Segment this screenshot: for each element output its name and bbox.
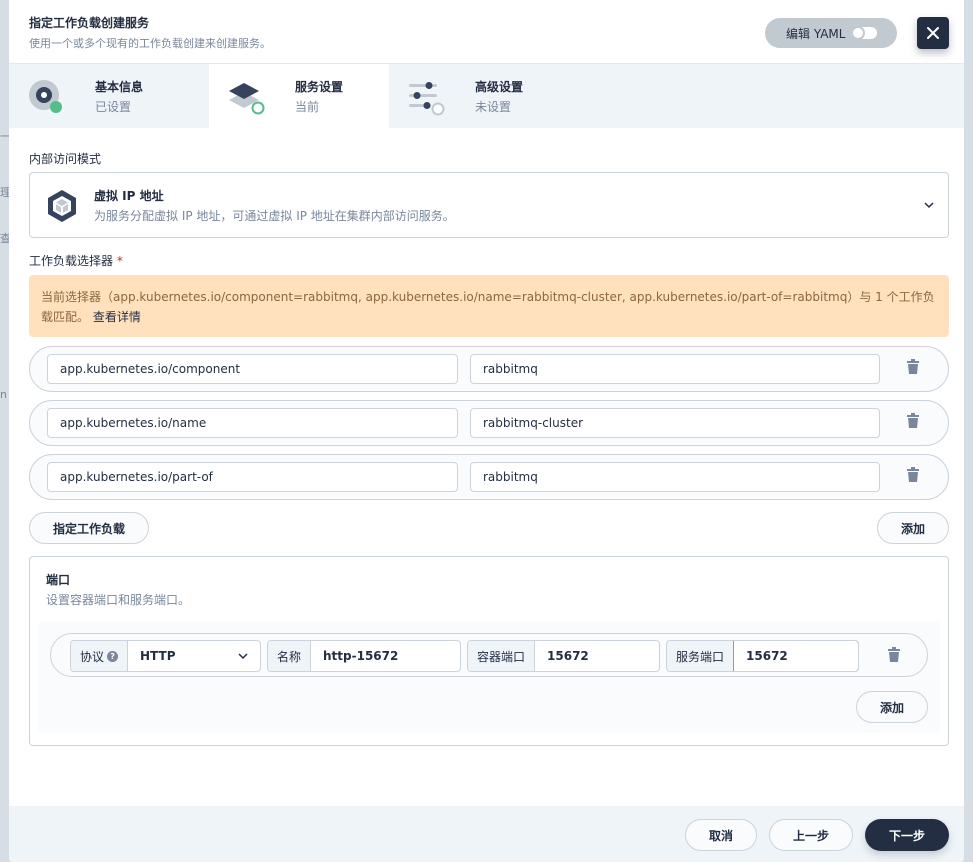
container-port-value[interactable]: 15672 [535, 641, 659, 671]
access-mode-description: 为服务分配虚拟 IP 地址，可通过虚拟 IP 地址在集群内部访问服务。 [94, 209, 455, 223]
protocol-addon: 协议 ? [71, 641, 129, 671]
label-value-input[interactable] [470, 354, 880, 384]
close-icon [927, 27, 939, 39]
name-addon: 名称 [268, 641, 312, 671]
sliders-icon [409, 82, 445, 116]
protocol-select[interactable]: 协议 ? HTTP [70, 640, 261, 672]
protocol-value: HTTP [128, 641, 260, 671]
tab-name: 基本信息 [95, 80, 144, 94]
label-row [29, 454, 949, 500]
cancel-button[interactable]: 取消 [685, 819, 757, 851]
close-button[interactable] [917, 17, 949, 49]
switch-knob [851, 26, 865, 40]
label-value-input[interactable] [470, 408, 880, 438]
protocol-label: 协议 [80, 649, 105, 664]
selector-warning: 当前选择器（app.kubernetes.io/component=rabbit… [29, 275, 949, 337]
required-mark: * [116, 254, 123, 268]
specify-workload-button[interactable]: 指定工作负载 [29, 512, 149, 544]
container-port-addon: 容器端口 [468, 641, 536, 671]
step-tabs: 基本信息 已设置 服务设置 当前 高级设置 未设置 [9, 64, 964, 128]
tab-name: 服务设置 [295, 80, 344, 94]
trash-icon[interactable] [906, 467, 920, 483]
next-step-button[interactable]: 下一步 [865, 819, 949, 851]
tab-status: 未设置 [475, 100, 512, 114]
create-service-modal: 指定工作负载创建服务 使用一个或多个现有的工作负载创建来创建服务。 编辑 YAM… [9, 0, 964, 862]
yaml-switch[interactable] [851, 26, 877, 40]
help-icon[interactable]: ? [107, 650, 119, 662]
background-fragment: n [0, 388, 7, 401]
workload-selector-label: 工作负载选择器 * [29, 252, 123, 269]
protocol-value-text: HTTP [140, 649, 176, 663]
service-port-addon: 服务端口 [667, 641, 735, 671]
label-row [29, 346, 949, 392]
add-label-button[interactable]: 添加 [877, 512, 949, 544]
previous-step-button[interactable]: 上一步 [769, 819, 853, 851]
tab-status: 当前 [295, 100, 320, 114]
port-row: 协议 ? HTTP 名称 http-15672 容器端口 15672 服务端口 … [50, 633, 928, 677]
ports-title: 端口 [46, 573, 71, 587]
modal-subtitle: 使用一个或多个现有的工作负载创建来创建服务。 [29, 37, 271, 50]
trash-icon[interactable] [887, 647, 901, 663]
port-name-value[interactable]: http-15672 [311, 641, 460, 671]
ports-description: 设置容器端口和服务端口。 [46, 593, 191, 607]
add-port-button[interactable]: 添加 [856, 691, 928, 723]
tab-service-settings[interactable]: 服务设置 当前 [209, 64, 389, 128]
service-port-field[interactable]: 服务端口 15672 [666, 640, 859, 672]
container-port-field[interactable]: 容器端口 15672 [467, 640, 660, 672]
access-mode-select[interactable]: 虚拟 IP 地址 为服务分配虚拟 IP 地址，可通过虚拟 IP 地址在集群内部访… [29, 172, 949, 238]
view-details-link[interactable]: 查看详情 [93, 310, 141, 324]
tab-advanced-settings[interactable]: 高级设置 未设置 [389, 64, 569, 128]
label-key-input[interactable] [47, 354, 458, 384]
ports-list: 协议 ? HTTP 名称 http-15672 容器端口 15672 服务端口 … [38, 621, 940, 733]
tab-status: 已设置 [95, 100, 132, 114]
workload-selector-label-text: 工作负载选择器 [29, 254, 114, 268]
trash-icon[interactable] [906, 359, 920, 375]
cube-icon [48, 190, 76, 222]
access-mode-title: 虚拟 IP 地址 [94, 189, 164, 203]
trash-icon[interactable] [906, 413, 920, 429]
modal-title: 指定工作负载创建服务 [29, 16, 150, 30]
port-name-field[interactable]: 名称 http-15672 [267, 640, 461, 672]
tab-name: 高级设置 [475, 80, 524, 94]
chevron-down-icon [924, 202, 934, 209]
tab-basic-info[interactable]: 基本信息 已设置 [9, 64, 189, 128]
access-mode-label: 内部访问模式 [29, 152, 102, 166]
label-value-input[interactable] [470, 462, 880, 492]
service-port-value[interactable]: 15672 [733, 641, 858, 671]
selector-warning-text: 当前选择器（app.kubernetes.io/component=rabbit… [41, 290, 935, 324]
chevron-down-icon [238, 653, 248, 660]
edit-yaml-label: 编辑 YAML [786, 26, 846, 41]
ports-section: 端口 设置容器端口和服务端口。 协议 ? HTTP 名称 http-15672 [29, 556, 949, 746]
modal-footer: 取消 上一步 下一步 [9, 806, 964, 862]
disc-settings-icon [29, 80, 62, 113]
edit-yaml-toggle-button[interactable]: 编辑 YAML [765, 18, 897, 48]
modal-header: 指定工作负载创建服务 使用一个或多个现有的工作负载创建来创建服务。 编辑 YAM… [9, 0, 964, 64]
layers-icon [229, 83, 265, 115]
label-key-input[interactable] [47, 462, 458, 492]
label-row [29, 400, 949, 446]
label-key-input[interactable] [47, 408, 458, 438]
